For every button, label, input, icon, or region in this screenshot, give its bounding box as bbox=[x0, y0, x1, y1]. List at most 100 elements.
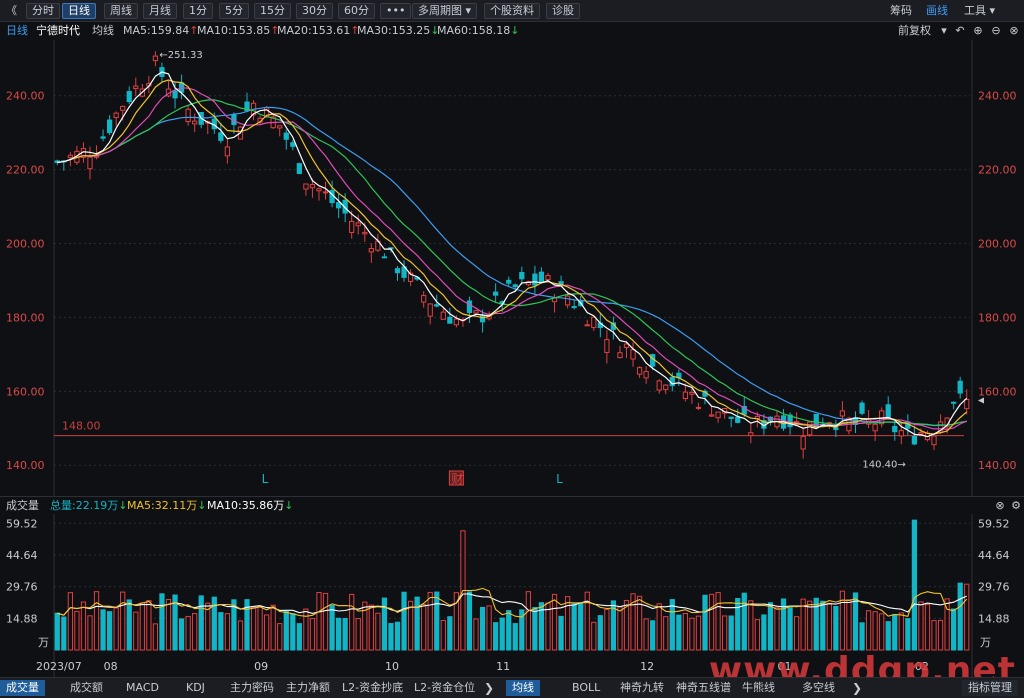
volume-bar-down bbox=[466, 591, 473, 651]
candle-up bbox=[630, 349, 636, 360]
settings-icon[interactable]: ⚙ bbox=[1010, 499, 1022, 513]
volume-bar-down bbox=[447, 616, 453, 651]
undo-icon[interactable]: ↶ bbox=[954, 24, 966, 38]
zoom-in-icon[interactable]: ⊕ bbox=[972, 24, 984, 38]
volume-bar-up bbox=[689, 617, 695, 651]
volume-bar-up bbox=[152, 623, 159, 651]
volume-bar-up bbox=[185, 615, 191, 651]
volume-bar-down bbox=[106, 611, 113, 651]
tab-main-net[interactable]: 主力净额 bbox=[280, 680, 336, 696]
volume-bar-down bbox=[506, 610, 512, 651]
candle-down bbox=[290, 142, 296, 147]
candle-up bbox=[355, 222, 361, 227]
tab-bull-bear[interactable]: 牛熊线 bbox=[736, 680, 781, 696]
kline-chart[interactable]: 240.00 240.00 220.00 220.00 200.00 200.00 180.… bbox=[0, 40, 1024, 496]
volume-bar-up bbox=[205, 602, 211, 651]
candle-up bbox=[839, 410, 846, 417]
period-5min-button[interactable]: 5分 bbox=[219, 3, 249, 19]
candle-up bbox=[918, 432, 924, 435]
volume-bar-down bbox=[820, 600, 826, 651]
volume-bar-up bbox=[826, 602, 832, 651]
low-price-label: 140.40→ bbox=[862, 460, 905, 471]
volume-bar-down bbox=[650, 620, 656, 651]
tab-magic-five[interactable]: 神奇五线谱 bbox=[670, 680, 737, 696]
indicator-tabs: 成交量 成交额 MACD KDJ 主力密码 主力净额 L2-资金抄底 L2-资金… bbox=[0, 677, 1024, 698]
x-axis-label: 09 bbox=[254, 660, 268, 673]
candle-down bbox=[885, 404, 891, 418]
tab-l2-position[interactable]: L2-资金仓位 bbox=[408, 680, 481, 696]
tools-menu-button[interactable]: 工具 ▾ bbox=[964, 4, 995, 18]
candle-down bbox=[728, 416, 734, 419]
tab-l2-bottom[interactable]: L2-资金抄底 bbox=[336, 680, 409, 696]
period-daily-button[interactable]: 日线 bbox=[62, 3, 96, 19]
volume-bar-down bbox=[283, 610, 289, 651]
period-15min-button[interactable]: 15分 bbox=[254, 3, 291, 19]
tab-macd[interactable]: MACD bbox=[120, 680, 165, 696]
candle-up bbox=[643, 371, 649, 379]
dropdown-icon[interactable]: ▾ bbox=[938, 24, 950, 38]
candle-up bbox=[591, 316, 597, 329]
candle-down bbox=[283, 132, 289, 140]
ma-legend-bar: 日线 宁德时代 均线 MA5:159.84↑ MA10:153.85↑ MA20… bbox=[0, 22, 1024, 40]
multi-period-dropdown[interactable]: 多周期图 ▾ bbox=[412, 3, 478, 19]
tabs-scroll-right-icon[interactable]: ❯ bbox=[484, 680, 494, 696]
period-60min-button[interactable]: 60分 bbox=[338, 3, 375, 19]
volume-bar-up bbox=[525, 591, 531, 651]
back-button[interactable]: 《 bbox=[6, 4, 17, 18]
stock-profile-button[interactable]: 个股资料 bbox=[484, 3, 540, 19]
tab-volume[interactable]: 成交量 bbox=[0, 680, 45, 696]
volume-bar-down bbox=[54, 612, 60, 651]
tabs-scroll-right-icon-2[interactable]: ❯ bbox=[852, 680, 862, 696]
volume-bar-up bbox=[708, 593, 715, 651]
candle-up bbox=[617, 352, 623, 359]
tab-magic-nine[interactable]: 神奇九转 bbox=[614, 680, 670, 696]
tab-turnover[interactable]: 成交额 bbox=[64, 680, 109, 696]
price-tick-left: 160.00 bbox=[6, 385, 45, 398]
period-intraday-button[interactable]: 分时 bbox=[26, 3, 60, 19]
tab-ma[interactable]: 均线 bbox=[506, 680, 540, 696]
period-monthly-button[interactable]: 月线 bbox=[143, 3, 177, 19]
volume-bar-down bbox=[787, 607, 793, 651]
tab-main-code[interactable]: 主力密码 bbox=[224, 680, 280, 696]
stock-kline-window: 《 分时 日线 周线 月线 1分 5分 15分 30分 60分 ••• 多周期图… bbox=[0, 0, 1024, 698]
event-marker: L bbox=[262, 472, 269, 486]
volume-bar-down bbox=[859, 622, 865, 651]
more-periods-button[interactable]: ••• bbox=[380, 3, 412, 19]
ma20-value: MA20:153.61↑ bbox=[277, 24, 359, 38]
chip-distribution-button[interactable]: 筹码 bbox=[890, 4, 912, 18]
tab-boll[interactable]: BOLL bbox=[566, 680, 606, 696]
stock-diagnosis-button[interactable]: 诊股 bbox=[546, 3, 580, 19]
volume-bar-down bbox=[761, 614, 767, 651]
tab-kdj[interactable]: KDJ bbox=[180, 680, 211, 696]
draw-line-button[interactable]: 画线 bbox=[926, 4, 948, 18]
price-tick-right: 220.00 bbox=[978, 164, 1017, 177]
ma60-line bbox=[57, 106, 967, 427]
indicator-manager-button[interactable]: 指标管理 bbox=[962, 680, 1018, 696]
close-volume-icon[interactable]: ⊗ bbox=[994, 499, 1006, 513]
candle-up bbox=[67, 154, 73, 159]
stock-name[interactable]: 宁德时代 bbox=[36, 24, 80, 38]
period-1min-button[interactable]: 1分 bbox=[183, 3, 213, 19]
volume-bar-down bbox=[218, 612, 224, 651]
candle-up bbox=[192, 120, 198, 125]
volume-tick-right: 14.88 bbox=[978, 612, 1010, 625]
volume-bar-down bbox=[401, 591, 407, 651]
period-weekly-button[interactable]: 周线 bbox=[104, 3, 138, 19]
ma-settings-label[interactable]: 均线 bbox=[92, 24, 114, 38]
close-icon[interactable]: ⊗ bbox=[1008, 24, 1020, 38]
volume-bar-down bbox=[669, 599, 675, 651]
adjust-mode-label[interactable]: 前复权 bbox=[898, 24, 931, 38]
candle-up bbox=[807, 421, 813, 436]
period-30min-button[interactable]: 30分 bbox=[296, 3, 333, 19]
zoom-out-icon[interactable]: ⊖ bbox=[990, 24, 1002, 38]
volume-bar-down bbox=[767, 602, 774, 651]
volume-bar-down bbox=[597, 615, 603, 651]
volume-bar-up bbox=[937, 619, 944, 651]
candle-up bbox=[440, 311, 446, 320]
volume-ma10: MA10:35.86万↓ bbox=[207, 499, 293, 513]
volume-ma5-dir: ↓ bbox=[197, 499, 207, 512]
tab-long-short[interactable]: 多空线 bbox=[796, 680, 841, 696]
candle-up bbox=[748, 432, 754, 437]
volume-bar-up bbox=[591, 621, 597, 651]
volume-bar-down bbox=[126, 599, 132, 651]
